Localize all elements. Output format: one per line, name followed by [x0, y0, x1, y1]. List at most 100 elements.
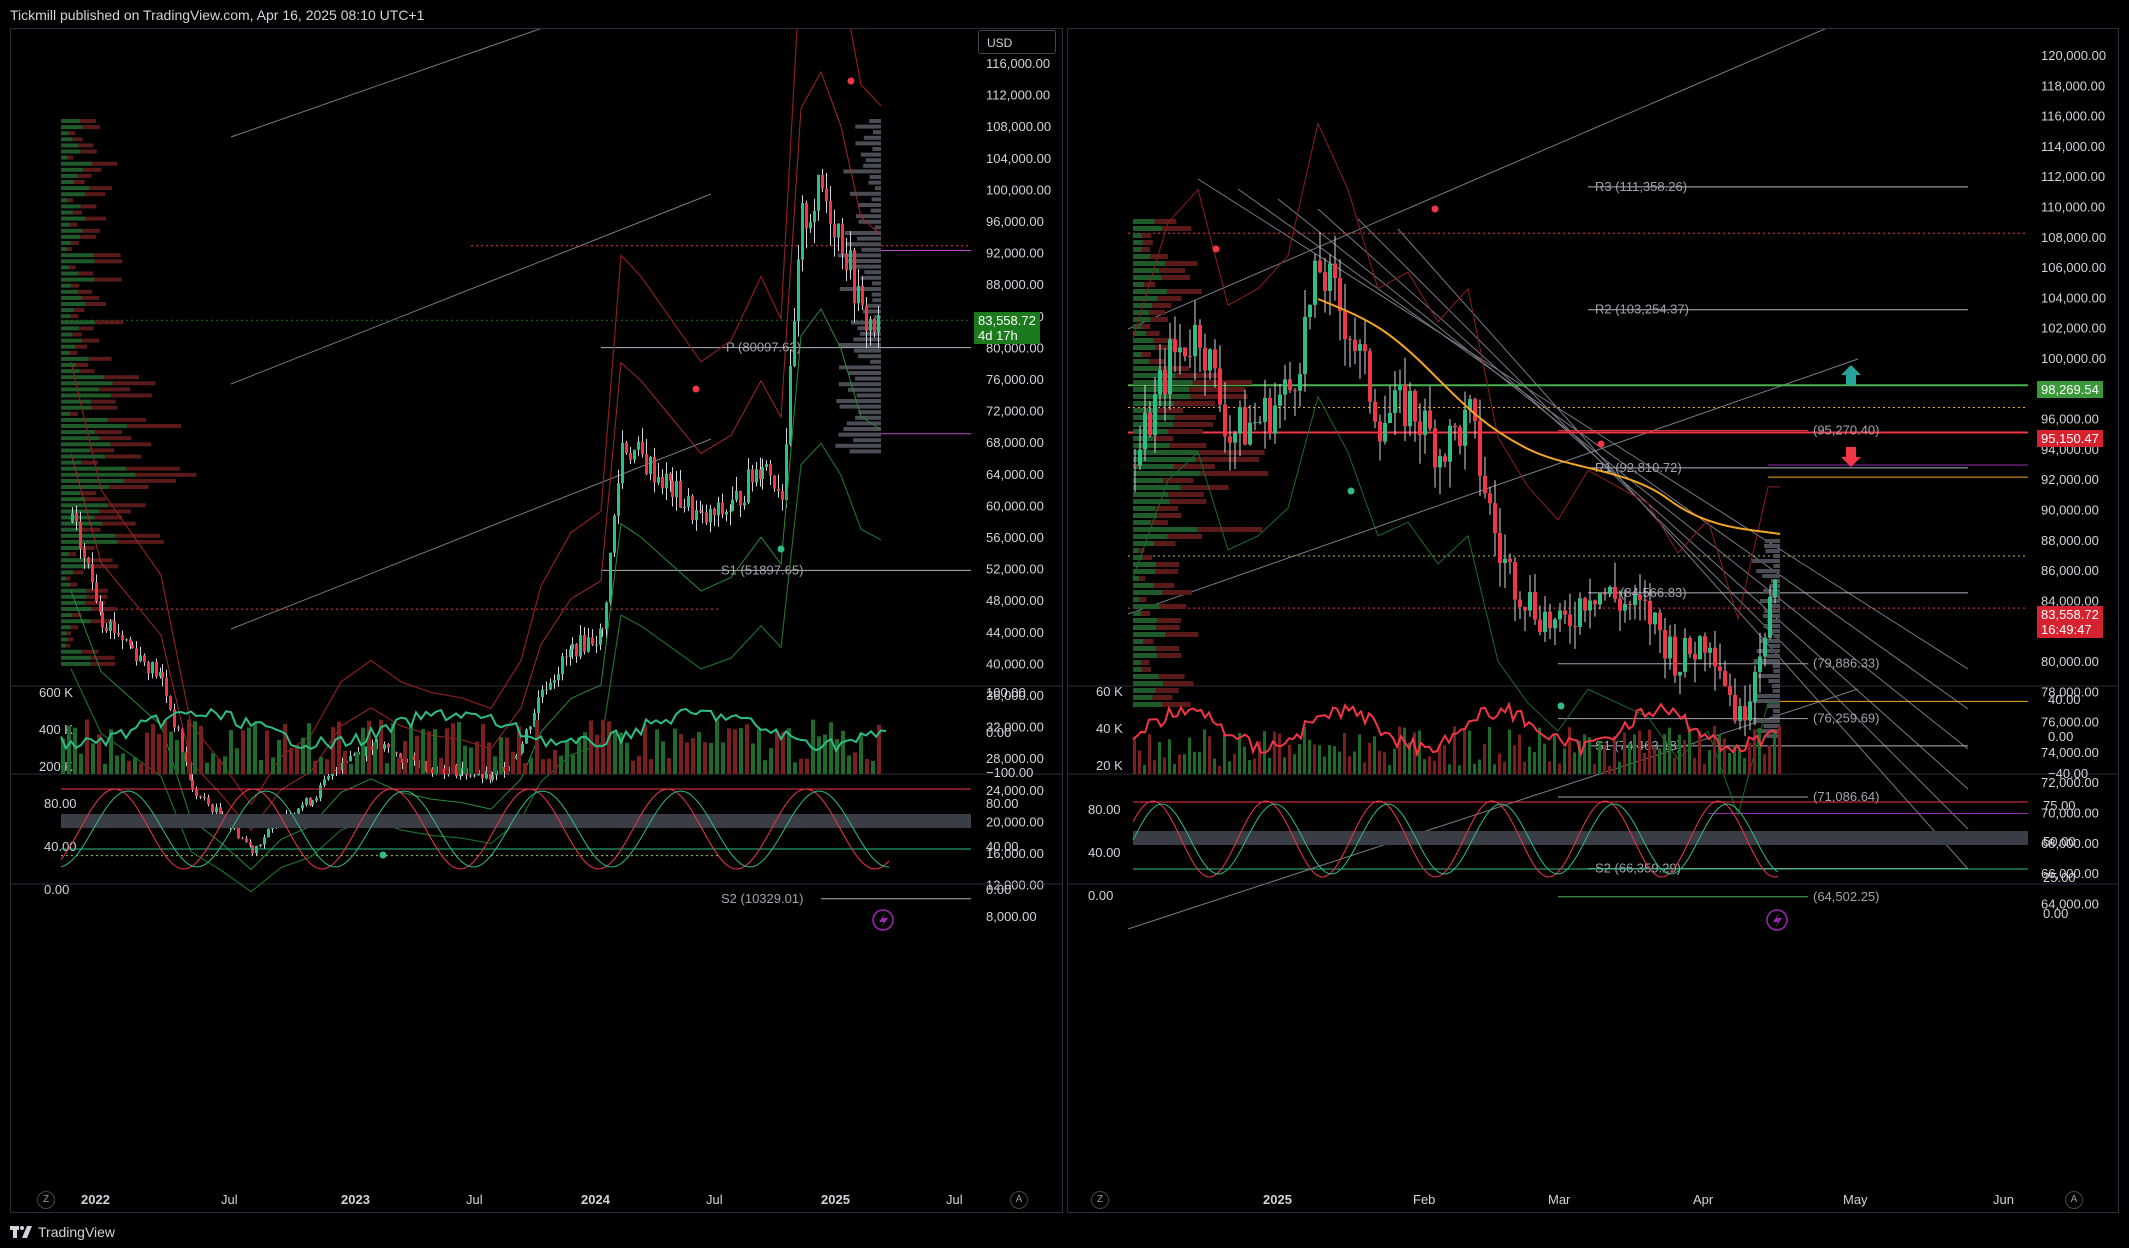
candle-body — [853, 250, 856, 304]
candle-body — [687, 496, 690, 507]
candle-body — [669, 473, 672, 481]
volume-profile-bar — [1133, 562, 1157, 567]
volume-profile-bar — [70, 411, 78, 416]
volume-profile-bar — [126, 466, 180, 471]
volume-profile-bar — [70, 314, 79, 319]
volume-profile-bar — [1169, 443, 1207, 448]
volume-profile-bar — [1133, 646, 1157, 651]
volume-profile-bar — [1158, 408, 1184, 413]
ascending-channel-line — [1127, 18, 1849, 330]
volume-bar — [1768, 745, 1771, 774]
zoom-button-right[interactable]: Z — [1091, 1191, 1109, 1209]
chart-pane-weekly[interactable]: 116,000.00 112,000.00 108,000.00 104,000.00… — [10, 0, 1063, 1213]
volume-profile-bar — [80, 119, 96, 123]
chart-pane-daily[interactable]: 120,000.00 118,000.00 116,000.00 114,000.00… — [1067, 18, 2119, 1213]
volume-bar — [1433, 760, 1436, 774]
volume-bar — [1743, 758, 1746, 774]
volume-profile-bar — [1155, 569, 1179, 574]
candle-body — [1688, 638, 1692, 654]
volume-bar — [793, 762, 797, 774]
volume-bar — [421, 729, 425, 774]
oscillator-line — [60, 707, 887, 753]
volume-bar — [217, 759, 221, 774]
volume-bar — [145, 732, 149, 774]
session-profile-bar — [1763, 589, 1780, 593]
volume-profile-bar — [1163, 681, 1194, 686]
session-profile-bar — [855, 376, 881, 381]
volume-bar — [313, 760, 317, 774]
volume-profile-bar — [99, 436, 132, 441]
volume-bar — [853, 752, 857, 774]
price-axis-label: 110,000.00 — [2041, 200, 2105, 215]
volume-profile-bar — [1155, 688, 1179, 693]
lightning-icon — [1773, 913, 1782, 928]
volume-bar — [151, 724, 155, 774]
candle-body — [601, 628, 604, 630]
volume-profile-bar — [1133, 366, 1162, 371]
candle-body — [1673, 636, 1677, 676]
fib-label-l5: (64,502.25) — [1813, 889, 1880, 904]
volume-bar — [829, 722, 833, 774]
volume-profile-bar — [61, 387, 100, 392]
volume-bar — [1198, 751, 1201, 774]
candle-body — [1658, 612, 1662, 631]
candle-body — [1328, 263, 1332, 291]
candle-body — [1163, 370, 1167, 395]
volume-bar — [643, 724, 647, 774]
volume-profile-bar — [1133, 289, 1168, 294]
auto-button-right[interactable]: A — [2065, 1191, 2083, 1209]
chart-canvas-right[interactable]: 120,000.00 118,000.00 116,000.00 114,000.00… — [1068, 18, 2118, 1212]
candle-body — [781, 491, 784, 501]
volume-bar — [1288, 744, 1291, 774]
candle-body — [1653, 612, 1657, 625]
chart-canvas-left[interactable]: 116,000.00 112,000.00 108,000.00 104,000.00… — [11, 0, 1062, 1212]
volume-profile-bar — [1165, 261, 1198, 266]
candle-body — [1363, 344, 1367, 352]
currency-button[interactable]: USD — [978, 30, 1056, 54]
volume-profile-bar — [67, 198, 74, 203]
auto-button-left[interactable]: A — [1010, 1191, 1028, 1209]
session-profile-bar — [839, 404, 881, 409]
volume-bar — [1318, 745, 1321, 774]
price-axis-label: 80,000.00 — [2041, 654, 2099, 669]
volume-bar — [673, 728, 677, 774]
volume-bar — [1388, 765, 1391, 774]
volume-profile-bar — [1133, 674, 1159, 679]
volume-axis-label: 20 K — [1096, 758, 1123, 773]
candle-body — [1738, 706, 1742, 721]
price-axis-label: 8,000.00 — [986, 909, 1037, 924]
tradingview-logo[interactable]: TradingView — [10, 1224, 115, 1240]
volume-bar — [715, 720, 719, 774]
volume-bar — [1403, 727, 1406, 774]
candle-body — [151, 661, 154, 674]
zoom-button-left[interactable]: Z — [37, 1191, 55, 1209]
candle-body — [1403, 384, 1407, 427]
candle-body — [1488, 493, 1492, 504]
volume-profile-bar — [1148, 310, 1165, 315]
volume-profile-bar — [1133, 695, 1153, 700]
candle-body — [469, 775, 472, 777]
volume-bar — [1603, 744, 1606, 774]
signal-dot-red — [692, 385, 700, 393]
candle-body — [613, 515, 616, 553]
candle-body — [1463, 409, 1467, 446]
stoch-axis-label: 40.00 — [1088, 845, 1121, 860]
candle-body — [761, 467, 764, 479]
volume-bar — [103, 763, 107, 774]
candle-body — [1693, 653, 1697, 660]
session-profile-bar — [1752, 559, 1780, 563]
volume-profile-bar — [1133, 548, 1139, 553]
price-axis-label: 76,000.00 — [986, 372, 1044, 387]
volume-profile-bar — [61, 448, 91, 453]
candle-body — [129, 639, 132, 645]
volume-profile-bar — [94, 259, 123, 264]
volume-bar — [325, 759, 329, 774]
volume-bar — [253, 722, 257, 774]
volume-bar — [631, 760, 635, 774]
volume-bar — [1573, 752, 1576, 774]
candle-body — [1728, 686, 1732, 695]
candle-body — [709, 508, 712, 523]
volume-profile-bar — [61, 381, 113, 386]
candle-body — [1258, 421, 1262, 423]
volume-profile-bar — [61, 600, 86, 605]
